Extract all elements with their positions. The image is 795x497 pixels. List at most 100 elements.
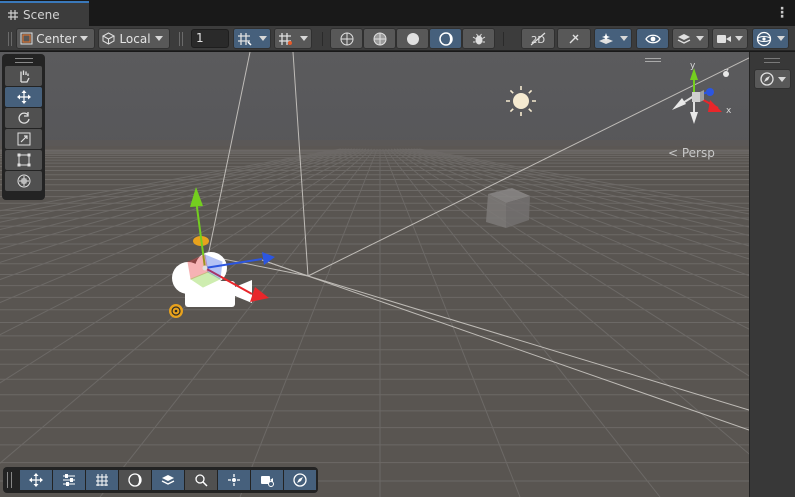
chevron-down-icon — [777, 36, 785, 41]
2d-toggle-icon: 2D — [530, 32, 546, 46]
orientation-button[interactable] — [754, 69, 791, 89]
pivot-rotation-label: Local — [119, 31, 151, 46]
compass-icon — [293, 473, 307, 487]
tab-title: Scene — [23, 7, 60, 22]
chevron-down-icon — [79, 36, 88, 41]
right-panel-grip[interactable] — [764, 58, 780, 63]
pivot-rotation-dropdown[interactable]: Local — [98, 28, 170, 49]
increment-snap-icon — [279, 32, 292, 45]
orientation-gizmo-grip[interactable] — [645, 58, 661, 62]
grid-icon — [8, 9, 18, 20]
overlay-toolbar — [3, 467, 318, 493]
tab-scene[interactable]: Scene — [0, 1, 89, 26]
transform-tool-button[interactable] — [5, 171, 42, 191]
chevron-down-icon — [620, 36, 628, 41]
debug-button[interactable] — [462, 28, 495, 49]
move-icon — [29, 473, 43, 487]
increment-snap-button[interactable] — [274, 28, 312, 49]
grid-icon — [96, 474, 108, 486]
chevron-down-icon — [300, 36, 308, 41]
wireframe-button[interactable] — [330, 28, 363, 49]
kebab-menu-icon[interactable]: ⋮ — [775, 4, 789, 22]
overlay-navigation-button[interactable] — [218, 470, 250, 490]
toolbar-separator — [322, 32, 323, 46]
sky — [0, 52, 749, 147]
scene-window: Scene ⋮ Center Local 1 2D y x < Persp — [0, 0, 795, 497]
shaded-button[interactable] — [396, 28, 429, 49]
overlay-lighting-button[interactable] — [119, 470, 151, 490]
scene-toolbar: Center Local 1 2D — [0, 26, 795, 51]
shaded-wireframe-icon — [373, 32, 386, 45]
grid-size-field[interactable]: 1 — [191, 29, 229, 48]
camera-settings-button[interactable] — [712, 28, 748, 49]
svg-text:2D: 2D — [531, 35, 545, 46]
right-overlay-panel — [749, 52, 795, 497]
hand-tool-icon — [19, 70, 30, 83]
visibility-button[interactable] — [636, 28, 669, 49]
lighting-toggle-button[interactable] — [557, 28, 591, 49]
2d-toggle-button[interactable]: 2D — [521, 28, 555, 49]
wireframe-icon — [340, 32, 353, 45]
scale-tool-icon — [17, 132, 30, 146]
overlay-grip[interactable] — [7, 472, 12, 488]
toolbar-separator — [503, 32, 504, 46]
overlay-sliders-button[interactable] — [53, 470, 85, 490]
toolbar-grip[interactable] — [179, 32, 183, 46]
camera-preview-icon — [261, 476, 274, 487]
overlay-compass-button[interactable] — [284, 470, 316, 490]
chevron-down-icon — [259, 36, 267, 41]
overlay-search-button[interactable] — [185, 470, 217, 490]
effects-button[interactable] — [594, 28, 632, 49]
chevron-down-icon — [696, 36, 704, 41]
search-icon — [195, 474, 208, 487]
audio-listener-icon[interactable] — [169, 304, 183, 318]
hand-tool-button[interactable] — [5, 66, 42, 86]
rect-tool-button[interactable] — [5, 150, 42, 170]
grid-snap-icon — [238, 32, 252, 46]
scene-canvas[interactable] — [0, 52, 749, 497]
pivot-mode-dropdown[interactable]: Center — [16, 28, 95, 49]
toolbar-grip[interactable] — [8, 32, 12, 46]
layers-icon — [161, 475, 175, 485]
shaded-icon — [406, 32, 419, 45]
orientation-icon — [759, 72, 774, 86]
svg-text:x: x — [726, 106, 732, 116]
tab-bar: Scene ⋮ — [0, 0, 795, 26]
grid-snap-button[interactable] — [233, 28, 271, 49]
debug-icon — [472, 33, 485, 44]
rotate-tool-icon — [17, 112, 30, 124]
visibility-icon — [644, 34, 661, 43]
gizmos-button[interactable] — [752, 28, 789, 49]
overlay-grid-button[interactable] — [86, 470, 118, 490]
draw-mode-button[interactable] — [429, 28, 462, 49]
tools-overlay — [2, 54, 45, 200]
lighting-toggle-icon — [569, 34, 579, 43]
scale-tool-button[interactable] — [5, 129, 42, 149]
transform-tool-icon — [17, 174, 30, 188]
tools-grip[interactable] — [14, 58, 33, 63]
lighting-icon — [128, 473, 142, 487]
rotate-tool-button[interactable] — [5, 108, 42, 128]
scene-viewport[interactable] — [0, 52, 749, 497]
navigation-icon — [228, 474, 240, 486]
chevron-down-icon — [777, 76, 786, 82]
move-tool-button[interactable] — [5, 87, 42, 107]
draw-mode-icon — [438, 31, 453, 46]
projection-toggle[interactable]: < Persp — [668, 146, 715, 160]
orientation-gizmo[interactable]: y x z — [664, 62, 740, 134]
chevron-down-icon — [154, 36, 163, 41]
overlay-layers-button[interactable] — [152, 470, 184, 490]
shaded-wireframe-button[interactable] — [363, 28, 396, 49]
pivot-center-icon — [20, 32, 33, 45]
svg-text:y: y — [690, 62, 696, 71]
gizmos-icon — [756, 31, 772, 46]
camera-icon — [717, 34, 731, 43]
overlay-move-button[interactable] — [20, 470, 52, 490]
layers-icon — [677, 33, 691, 44]
move-tool-icon — [16, 90, 31, 104]
rect-tool-icon — [17, 153, 30, 167]
horizon-haze — [0, 140, 749, 150]
layers-button[interactable] — [672, 28, 709, 49]
pivot-mode-label: Center — [36, 31, 77, 46]
overlay-camera-preview-button[interactable] — [251, 470, 283, 490]
